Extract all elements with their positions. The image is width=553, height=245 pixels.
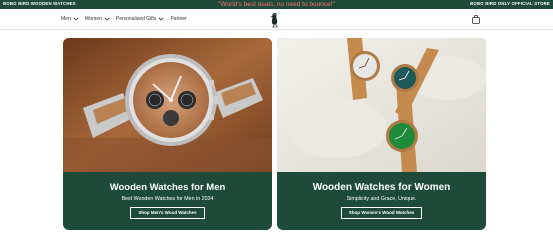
bird-logo-icon[interactable] — [266, 11, 282, 28]
women-card-title: Wooden Watches for Women — [312, 182, 451, 193]
shopping-bag-icon[interactable] — [472, 15, 480, 24]
women-card-subtitle: Simplicity and Grace, Unique. — [346, 196, 417, 202]
women-category-card[interactable]: Wooden Watches for Women Simplicity and … — [277, 38, 486, 230]
men-card-subtitle: Best Wooden Watches for Men in 2024 — [121, 196, 214, 202]
nav-item-label: Partner — [170, 16, 187, 22]
men-card-title: Wooden Watches for Men — [109, 182, 226, 193]
nav-item-label: Women — [84, 16, 102, 22]
nav-item-label: Men — [61, 16, 71, 22]
nav-menu: Men Women Personalized Gifts Partner — [61, 16, 187, 22]
official-store-text: BOBO BIRD ONLY OFFICIAL STORE — [470, 1, 550, 6]
chevron-down-icon — [158, 17, 164, 21]
women-watch-image — [277, 38, 486, 172]
nav-item-personalized-gifts[interactable]: Personalized Gifts — [116, 16, 165, 22]
nav-item-women[interactable]: Women — [85, 16, 110, 22]
shop-women-button[interactable]: Shop Women's Wood Watches — [341, 207, 422, 219]
nav-item-partner[interactable]: Partner — [170, 16, 186, 22]
men-watch-image — [63, 38, 272, 172]
chevron-down-icon — [73, 17, 79, 21]
announcement-bar: BOBO BIRD WOODEN WATCHES "World's best d… — [0, 0, 553, 9]
men-card-body: Wooden Watches for Men Best Wooden Watch… — [63, 172, 272, 230]
women-card-body: Wooden Watches for Women Simplicity and … — [277, 172, 486, 230]
men-category-card[interactable]: Wooden Watches for Men Best Wooden Watch… — [63, 38, 272, 230]
nav-item-label: Personalized Gifts — [115, 16, 157, 22]
chevron-down-icon — [104, 17, 110, 21]
main-navigation: Men Women Personalized Gifts Partner — [0, 9, 553, 30]
shop-men-button[interactable]: Shop Men's Wood Watches — [130, 207, 205, 219]
nav-item-men[interactable]: Men — [61, 16, 79, 22]
